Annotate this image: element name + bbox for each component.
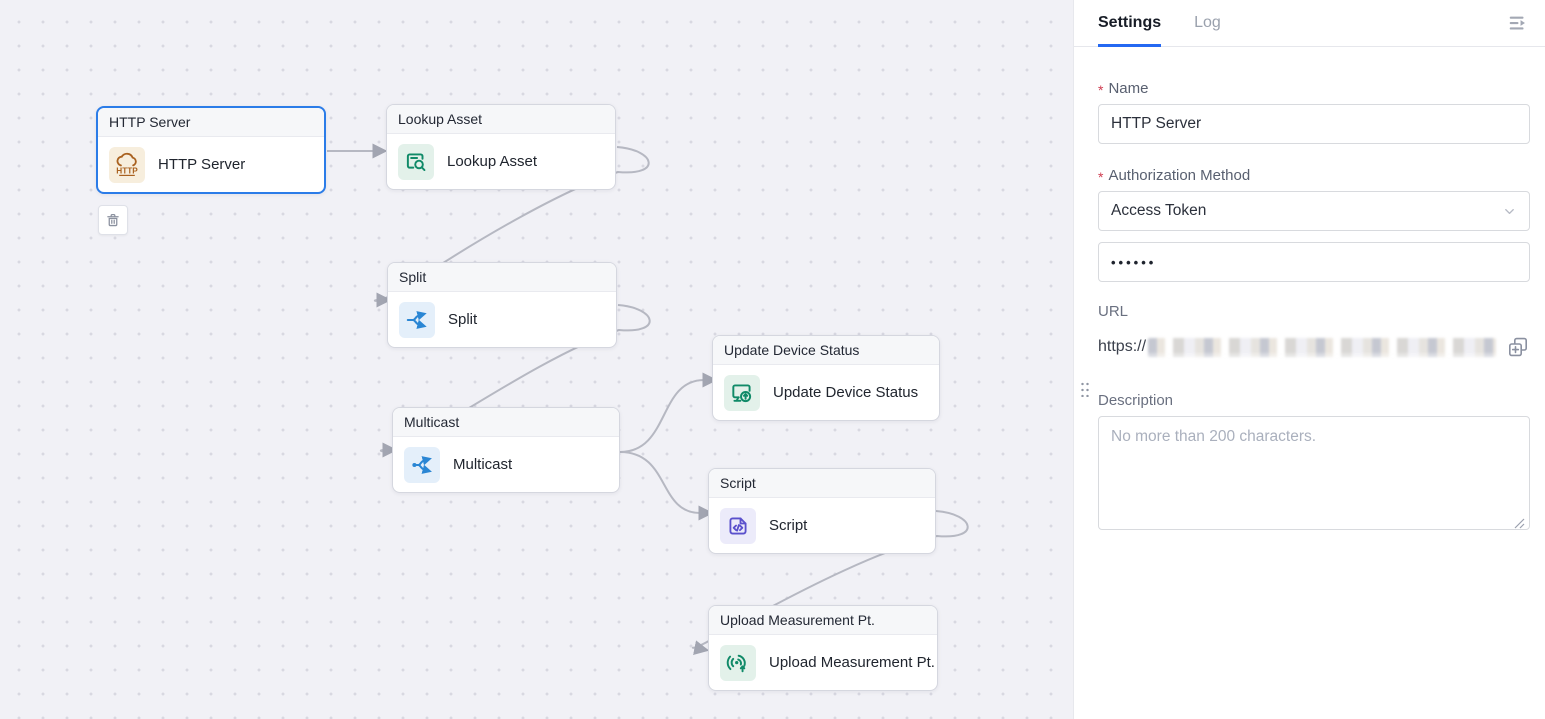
- node-label: Script: [769, 517, 807, 534]
- node-http-server[interactable]: HTTP Server HTTP HTTP Server: [96, 106, 326, 194]
- url-redacted-value: [1148, 338, 1496, 357]
- svg-text:HTTP: HTTP: [116, 166, 138, 175]
- node-title: Multicast: [393, 408, 619, 437]
- http-server-icon: HTTP: [109, 147, 145, 183]
- node-split[interactable]: Split: [387, 262, 617, 348]
- flow-editor-app: HTTP Server HTTP HTTP Server: [0, 0, 1545, 719]
- node-label: Upload Measurement Pt.: [769, 654, 935, 671]
- node-label: HTTP Server: [158, 156, 245, 173]
- node-label: Update Device Status: [773, 384, 918, 401]
- node-script[interactable]: Script Script: [708, 468, 936, 554]
- upload-measurement-pt-icon: [720, 645, 756, 681]
- flow-canvas[interactable]: HTTP Server HTTP HTTP Server: [0, 0, 1073, 719]
- name-input[interactable]: [1098, 104, 1530, 144]
- delete-node-button[interactable]: [98, 205, 128, 235]
- authorization-method-value: Access Token: [1111, 202, 1206, 220]
- panel-resize-handle[interactable]: [1079, 380, 1089, 397]
- node-title: HTTP Server: [98, 108, 324, 137]
- tab-settings[interactable]: Settings: [1098, 0, 1161, 46]
- panel-tabbar: Settings Log: [1074, 0, 1545, 47]
- tab-log[interactable]: Log: [1194, 0, 1221, 46]
- node-label: Lookup Asset: [447, 153, 537, 170]
- description-textarea[interactable]: [1098, 416, 1530, 530]
- node-lookup-asset[interactable]: Lookup Asset Lookup Asset: [386, 104, 616, 190]
- settings-panel: Settings Log * Name *: [1073, 0, 1545, 719]
- chevron-down-icon: [1502, 204, 1517, 219]
- lookup-asset-icon: [398, 144, 434, 180]
- node-title: Lookup Asset: [387, 105, 615, 134]
- script-icon: [720, 508, 756, 544]
- node-upload-measurement-pt[interactable]: Upload Measurement Pt. Upload Measuremen…: [708, 605, 938, 691]
- split-icon: [399, 302, 435, 338]
- node-label: Split: [448, 311, 477, 328]
- authorization-method-label: * Authorization Method: [1098, 167, 1529, 185]
- name-field-label: * Name: [1098, 80, 1529, 98]
- url-label: URL: [1098, 303, 1529, 320]
- required-mark: *: [1098, 80, 1103, 98]
- url-prefix: https://: [1098, 338, 1146, 356]
- node-label: Multicast: [453, 456, 512, 473]
- copy-icon: [1506, 335, 1530, 359]
- tab-settings-label: Settings: [1098, 14, 1161, 32]
- node-update-device-status[interactable]: Update Device Status Update Device Statu…: [712, 335, 940, 421]
- authorization-method-select[interactable]: Access Token: [1098, 191, 1530, 231]
- collapse-panel-icon: [1507, 12, 1529, 34]
- multicast-icon: [404, 447, 440, 483]
- node-multicast[interactable]: Multicast: [392, 407, 620, 493]
- update-device-status-icon: [724, 375, 760, 411]
- copy-url-button[interactable]: [1506, 335, 1530, 359]
- settings-form: * Name * Authorization Method Access Tok…: [1074, 47, 1545, 535]
- access-token-input[interactable]: [1098, 242, 1530, 282]
- url-row: https://: [1098, 335, 1530, 359]
- tab-log-label: Log: [1194, 14, 1221, 32]
- trash-icon: [104, 211, 122, 229]
- required-mark: *: [1098, 167, 1103, 185]
- node-title: Update Device Status: [713, 336, 939, 365]
- description-label: Description: [1098, 392, 1529, 409]
- node-title: Upload Measurement Pt.: [709, 606, 937, 635]
- node-title: Script: [709, 469, 935, 498]
- collapse-panel-button[interactable]: [1507, 12, 1529, 34]
- node-title: Split: [388, 263, 616, 292]
